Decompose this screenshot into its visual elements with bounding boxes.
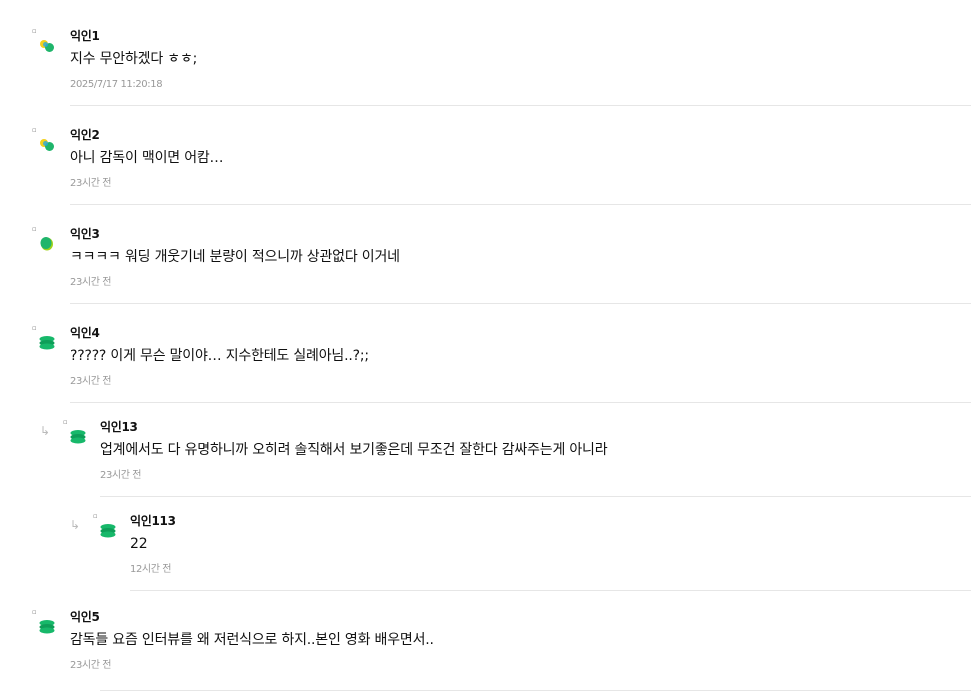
comment-text: 22 bbox=[130, 536, 148, 552]
yellow-green-pill-icon bbox=[40, 40, 54, 52]
reply-arrow-icon: ↳ bbox=[40, 424, 51, 438]
comment-text: 지수 무안하겠다 ㅎㅎ; bbox=[70, 51, 198, 67]
comment-time: 23시간 전 bbox=[100, 470, 142, 481]
green-blob-icon bbox=[40, 237, 53, 251]
green-stack-icon bbox=[39, 336, 55, 350]
comment-time: 2025/7/17 11:20:18 bbox=[70, 79, 163, 90]
comment-author[interactable]: 익인3 bbox=[70, 227, 971, 241]
green-stack-icon bbox=[39, 620, 55, 634]
image-placeholder-icon: ▫ bbox=[32, 608, 37, 616]
comment-author[interactable]: 익인113 bbox=[130, 514, 971, 528]
comment-time: 23시간 전 bbox=[70, 376, 112, 387]
image-placeholder-icon: ▫ bbox=[32, 225, 37, 233]
comment-item: ▫ 익인5 감독들 요즘 인터뷰를 왜 저런식으로 하지..본인 영화 배우면서… bbox=[0, 605, 971, 691]
comment-author[interactable]: 익인2 bbox=[70, 128, 971, 142]
image-placeholder-icon: ▫ bbox=[63, 418, 68, 426]
comment-divider bbox=[70, 204, 971, 205]
comment-author[interactable]: 익인1 bbox=[70, 29, 971, 43]
comment-time: 23시간 전 bbox=[70, 277, 112, 288]
comment-divider bbox=[70, 402, 971, 403]
comment-divider bbox=[70, 303, 971, 304]
comment-text: ????? 이게 무슨 말이야… 지수한테도 실례아님..?;; bbox=[70, 348, 369, 364]
comment-divider bbox=[70, 105, 971, 106]
reply-item: ↳ ▫ 익인113 22 12시간 전 bbox=[0, 509, 971, 591]
image-placeholder-icon: ▫ bbox=[32, 27, 37, 35]
comment-divider bbox=[130, 590, 971, 591]
comment-divider bbox=[100, 496, 971, 497]
image-placeholder-icon: ▫ bbox=[32, 324, 37, 332]
comment-time: 23시간 전 bbox=[70, 660, 112, 671]
comment-item: ▫ 익인1 지수 무안하겠다 ㅎㅎ; 2025/7/17 11:20:18 bbox=[0, 24, 971, 106]
comment-time: 12시간 전 bbox=[130, 564, 172, 575]
comment-text: ㅋㅋㅋㅋ 워딩 개웃기네 분량이 적으니까 상관없다 이거네 bbox=[70, 249, 400, 265]
comment-author[interactable]: 익인4 bbox=[70, 326, 971, 340]
comment-text: 업계에서도 다 유명하니까 오히려 솔직해서 보기좋은데 무조건 잘한다 감싸주… bbox=[100, 442, 608, 458]
reply-item: ↳ ▫ 익인13 업계에서도 다 유명하니까 오히려 솔직해서 보기좋은데 무조… bbox=[0, 415, 971, 497]
image-placeholder-icon: ▫ bbox=[32, 126, 37, 134]
green-stack-icon bbox=[70, 430, 86, 444]
yellow-green-pill-icon bbox=[40, 139, 54, 151]
comment-time: 23시간 전 bbox=[70, 178, 112, 189]
image-placeholder-icon: ▫ bbox=[93, 512, 98, 520]
comment-item: ▫ 익인4 ????? 이게 무슨 말이야… 지수한테도 실례아님..?;; 2… bbox=[0, 321, 971, 403]
green-stack-icon bbox=[100, 524, 116, 538]
comment-item: ▫ 익인3 ㅋㅋㅋㅋ 워딩 개웃기네 분량이 적으니까 상관없다 이거네 23시… bbox=[0, 222, 971, 304]
reply-arrow-icon: ↳ bbox=[70, 518, 81, 532]
comment-text: 감독들 요즘 인터뷰를 왜 저런식으로 하지..본인 영화 배우면서.. bbox=[70, 632, 434, 648]
comment-divider bbox=[100, 690, 971, 691]
comment-item: ▫ 익인2 아니 감독이 맥이면 어캄… 23시간 전 bbox=[0, 123, 971, 205]
comment-text: 아니 감독이 맥이면 어캄… bbox=[70, 150, 224, 166]
comment-author[interactable]: 익인13 bbox=[100, 420, 971, 434]
comment-author[interactable]: 익인5 bbox=[70, 610, 971, 624]
